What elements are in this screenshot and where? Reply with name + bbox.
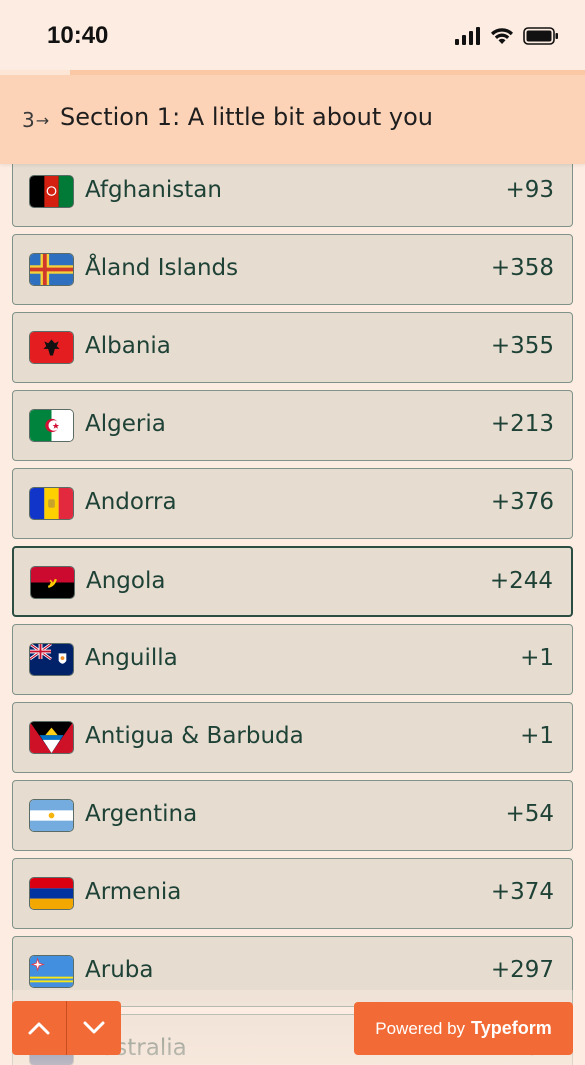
flag-ad-icon — [29, 487, 74, 520]
previous-button[interactable] — [12, 1001, 66, 1055]
battery-icon — [523, 27, 559, 49]
country-name: Armenia — [85, 879, 182, 905]
status-icons — [455, 26, 559, 50]
flag-ai-icon — [29, 643, 74, 676]
signal-icon — [455, 27, 481, 49]
powered-by-text: Powered by — [375, 1018, 466, 1038]
country-option[interactable]: Angola +244 — [12, 546, 573, 617]
country-option[interactable]: Algeria +213 — [12, 390, 573, 461]
country-option[interactable]: Argentina +54 — [12, 780, 573, 851]
status-time: 10:40 — [47, 22, 109, 49]
country-name: Åland Islands — [85, 255, 239, 281]
country-name: Albania — [85, 333, 171, 359]
country-option[interactable]: Andorra +376 — [12, 468, 573, 539]
progress-bar — [0, 70, 585, 75]
flag-al-icon — [29, 331, 74, 364]
country-name: Anguilla — [85, 645, 178, 671]
country-name: Argentina — [85, 801, 198, 827]
dial-code: +1 — [520, 723, 554, 749]
country-name: Afghanistan — [85, 177, 222, 203]
country-option[interactable]: Antigua & Barbuda +1 — [12, 702, 573, 773]
flag-ax-icon — [29, 253, 74, 286]
country-option[interactable]: Armenia +374 — [12, 858, 573, 929]
section-title: Section 1: A little bit about you — [60, 103, 433, 131]
flag-aw-icon — [29, 955, 74, 988]
country-name: Angola — [86, 568, 166, 594]
next-button[interactable] — [67, 1001, 121, 1055]
country-name: Andorra — [85, 489, 177, 515]
dial-code: +355 — [490, 333, 554, 359]
wifi-icon — [489, 26, 515, 50]
dial-code: +358 — [490, 255, 554, 281]
progress-fill — [0, 70, 71, 75]
flag-ag-icon — [29, 721, 74, 754]
dial-code: +54 — [505, 801, 554, 827]
dial-code: +213 — [490, 411, 554, 437]
navigation-buttons — [12, 1001, 121, 1055]
country-name: Antigua & Barbuda — [85, 723, 304, 749]
dial-code: +376 — [490, 489, 554, 515]
dial-code: +297 — [490, 957, 554, 983]
chevron-up-icon — [28, 1022, 50, 1035]
country-list[interactable]: Afghanistan +93 Åland Islands +358 Albania +3… — [0, 164, 585, 1065]
question-number: 3 → — [22, 108, 49, 132]
dial-code: +244 — [489, 568, 553, 594]
arrow-right-icon: → — [35, 110, 50, 130]
country-option[interactable]: Åland Islands +358 — [12, 234, 573, 305]
powered-by-typeform-button[interactable]: Powered by Typeform — [354, 1002, 573, 1055]
question-header: 3 → Section 1: A little bit about you — [0, 70, 585, 164]
country-name: Aruba — [85, 957, 154, 983]
dial-code: +374 — [490, 879, 554, 905]
country-name: Algeria — [85, 411, 166, 437]
country-option[interactable]: Albania +355 — [12, 312, 573, 383]
flag-ar-icon — [29, 799, 74, 832]
country-option[interactable]: Afghanistan +93 — [12, 164, 573, 227]
country-option[interactable]: Anguilla +1 — [12, 624, 573, 695]
status-bar: 10:40 — [0, 0, 585, 70]
flag-dz-icon — [29, 409, 74, 442]
question-number-text: 3 — [22, 108, 35, 132]
dial-code: +93 — [505, 177, 554, 203]
flag-ao-icon — [30, 566, 75, 599]
flag-am-icon — [29, 877, 74, 910]
dial-code: +1 — [520, 645, 554, 671]
typeform-brand: Typeform — [471, 1018, 552, 1038]
chevron-down-icon — [83, 1021, 105, 1034]
flag-af-icon — [29, 175, 74, 208]
